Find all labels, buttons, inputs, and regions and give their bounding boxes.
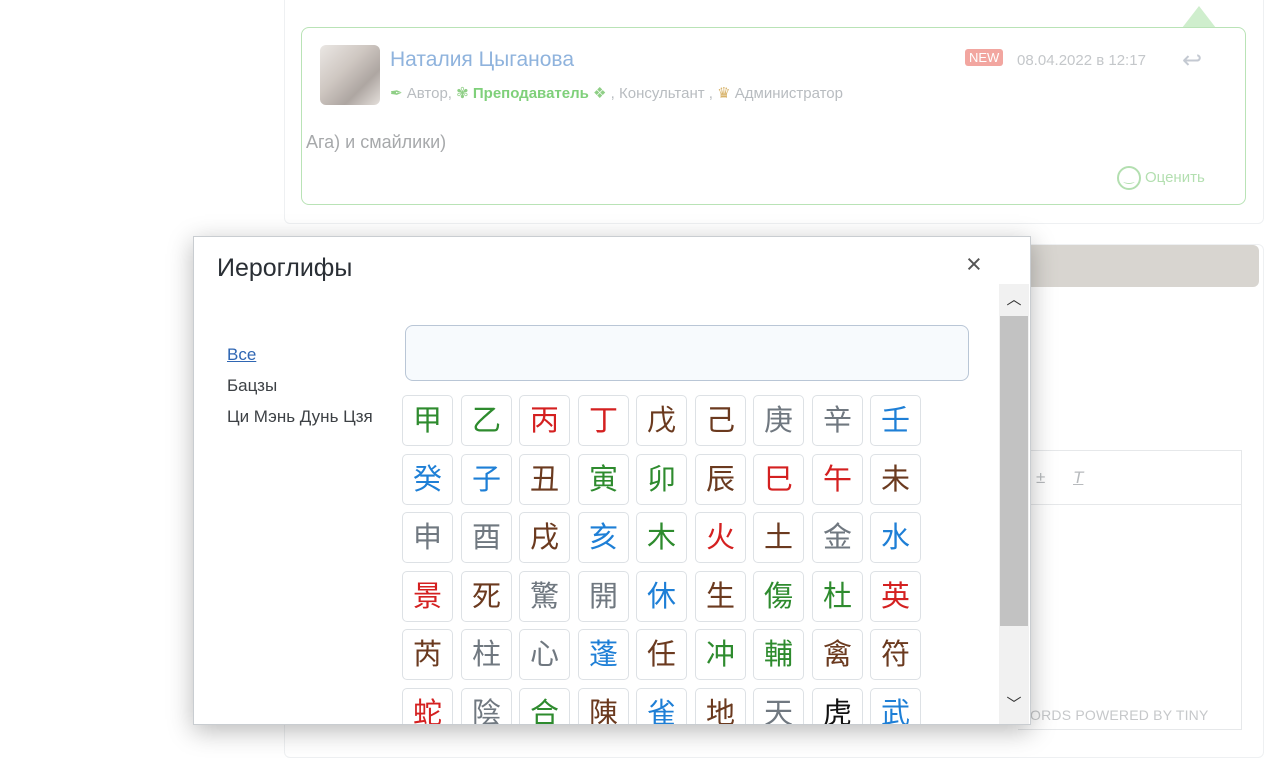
- character-cell[interactable]: 傷: [753, 571, 804, 622]
- avatar[interactable]: [320, 45, 380, 105]
- character-cell[interactable]: 杜: [812, 571, 863, 622]
- editor-status-bar[interactable]: ORDS POWERED BY TINY: [1030, 707, 1209, 723]
- character-cell[interactable]: 合: [519, 688, 570, 724]
- smile-icon: ‿: [1117, 166, 1141, 190]
- comment-text: Ага) и смайлики): [306, 132, 447, 152]
- scrollbar-thumb[interactable]: [1000, 316, 1028, 626]
- character-cell[interactable]: 生: [695, 571, 746, 622]
- character-cell[interactable]: 輔: [753, 629, 804, 680]
- role-consultant: , Консультант ,: [610, 85, 713, 102]
- character-cell[interactable]: 癸: [402, 454, 453, 505]
- character-cell[interactable]: 卯: [636, 454, 687, 505]
- role-author: Автор,: [406, 85, 452, 102]
- nav-item-qimen[interactable]: Ци Мэнь Дунь Цзя: [227, 407, 402, 427]
- character-cell[interactable]: 甲: [402, 395, 453, 446]
- character-cell[interactable]: 驚: [519, 571, 570, 622]
- character-cell[interactable]: 土: [753, 512, 804, 563]
- role-teacher: Преподаватель: [472, 85, 589, 102]
- clear-format-icon[interactable]: T: [1073, 468, 1083, 488]
- crown-icon: ♛: [717, 85, 731, 102]
- comment-date: 08.04.2022 в 12:17: [1017, 52, 1146, 69]
- character-cell[interactable]: 酉: [461, 512, 512, 563]
- chevron-down-icon[interactable]: ﹀: [999, 692, 1029, 724]
- character-cell[interactable]: 天: [753, 688, 804, 724]
- character-cell[interactable]: 壬: [870, 395, 921, 446]
- editor-header-bar: [1030, 245, 1259, 287]
- comment-pointer: [1182, 6, 1216, 28]
- comment: Наталия Цыганова ✒ Автор, ✾ Преподавател…: [301, 27, 1246, 205]
- character-cell[interactable]: 英: [870, 571, 921, 622]
- character-cell[interactable]: 戌: [519, 512, 570, 563]
- teacher-icon: ✾: [456, 85, 469, 102]
- character-cell[interactable]: 禽: [812, 629, 863, 680]
- character-cell[interactable]: 芮: [402, 629, 453, 680]
- consultant-icon: ❖: [593, 85, 607, 102]
- feather-icon: ✒: [390, 85, 403, 102]
- character-cell[interactable]: 寅: [578, 454, 629, 505]
- character-cell[interactable]: 己: [695, 395, 746, 446]
- character-cell[interactable]: 雀: [636, 688, 687, 724]
- character-cell[interactable]: 地: [695, 688, 746, 724]
- character-cell[interactable]: 虎: [812, 688, 863, 724]
- character-cell[interactable]: 陰: [461, 688, 512, 724]
- character-cell[interactable]: 任: [636, 629, 687, 680]
- search-input[interactable]: [405, 325, 969, 381]
- close-icon[interactable]: ×: [966, 251, 982, 278]
- character-cell[interactable]: 辛: [812, 395, 863, 446]
- editor-toolbar: [1018, 450, 1241, 505]
- character-cell[interactable]: 柱: [461, 629, 512, 680]
- rate-button[interactable]: ‿ Оценить: [1117, 166, 1205, 190]
- character-cell[interactable]: 戊: [636, 395, 687, 446]
- character-cell[interactable]: 子: [461, 454, 512, 505]
- category-nav: Все Бацзы Ци Мэнь Дунь Цзя: [227, 345, 402, 438]
- author-roles: ✒ Автор, ✾ Преподаватель ❖ , Консультант…: [390, 84, 843, 102]
- comment-author[interactable]: Наталия Цыганова: [390, 48, 574, 72]
- reply-icon[interactable]: ↩: [1182, 46, 1202, 75]
- character-cell[interactable]: 心: [519, 629, 570, 680]
- character-cell[interactable]: 武: [870, 688, 921, 724]
- character-cell[interactable]: 丙: [519, 395, 570, 446]
- dialog-scrollbar[interactable]: ︿ ﹀: [999, 284, 1029, 724]
- rate-label: Оценить: [1145, 168, 1205, 186]
- dialog-title: Иероглифы: [217, 254, 353, 282]
- character-cell[interactable]: 木: [636, 512, 687, 563]
- character-cell[interactable]: 火: [695, 512, 746, 563]
- subscript-icon[interactable]: ±: [1036, 468, 1045, 488]
- hieroglyphs-dialog: Иероглифы × Все Бацзы Ци Мэнь Дунь Цзя 甲…: [193, 236, 1031, 725]
- character-cell[interactable]: 休: [636, 571, 687, 622]
- character-cell[interactable]: 亥: [578, 512, 629, 563]
- character-cell[interactable]: 冲: [695, 629, 746, 680]
- nav-item-bazi[interactable]: Бацзы: [227, 376, 402, 396]
- character-cell[interactable]: 申: [402, 512, 453, 563]
- nav-item-all[interactable]: Все: [227, 345, 402, 365]
- role-admin: Администратор: [734, 85, 843, 102]
- character-cell[interactable]: 丁: [578, 395, 629, 446]
- character-cell[interactable]: 丑: [519, 454, 570, 505]
- character-cell[interactable]: 開: [578, 571, 629, 622]
- chevron-up-icon[interactable]: ︿: [999, 284, 1029, 316]
- character-cell[interactable]: 午: [812, 454, 863, 505]
- character-cell[interactable]: 水: [870, 512, 921, 563]
- character-cell[interactable]: 巳: [753, 454, 804, 505]
- character-cell[interactable]: 乙: [461, 395, 512, 446]
- character-cell[interactable]: 蛇: [402, 688, 453, 724]
- character-cell[interactable]: 符: [870, 629, 921, 680]
- character-cell[interactable]: 死: [461, 571, 512, 622]
- character-cell[interactable]: 蓬: [578, 629, 629, 680]
- character-cell[interactable]: 辰: [695, 454, 746, 505]
- character-cell[interactable]: 陳: [578, 688, 629, 724]
- character-cell[interactable]: 庚: [753, 395, 804, 446]
- character-cell[interactable]: 未: [870, 454, 921, 505]
- character-cell[interactable]: 景: [402, 571, 453, 622]
- new-badge: NEW: [965, 49, 1004, 66]
- character-cell[interactable]: 金: [812, 512, 863, 563]
